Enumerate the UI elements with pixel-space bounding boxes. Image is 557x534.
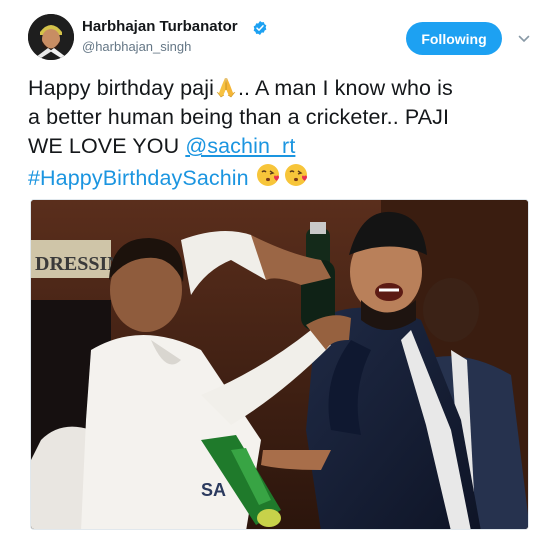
folded-hands-emoji-icon (216, 78, 236, 98)
kiss-face-emoji-icon (284, 164, 307, 186)
following-button[interactable]: Following (406, 22, 502, 55)
tweet-text-segment: WE LOVE YOU (28, 134, 186, 158)
tweet-line-4: #HappyBirthdaySachin (28, 161, 538, 193)
author-name[interactable]: Harbhajan Turbanator (82, 18, 238, 35)
tweet-text: Happy birthday paji .. A man I know who … (28, 74, 538, 193)
tweet-text-segment: Happy birthday paji (28, 76, 214, 100)
chevron-down-icon[interactable] (518, 34, 530, 44)
avatar[interactable] (28, 14, 74, 60)
verified-badge-icon (253, 21, 267, 35)
tweet-card: Harbhajan Turbanator @harbhajan_singh Fo… (0, 0, 557, 534)
kiss-face-emoji-icon (256, 164, 279, 186)
tweet-line-1: Happy birthday paji .. A man I know who … (28, 74, 538, 103)
mention-link[interactable]: @sachin_rt (185, 134, 295, 158)
photo-illustration: DRESSING SA (31, 200, 528, 529)
avatar-image (28, 14, 74, 60)
hashtag-link[interactable]: #HappyBirthdaySachin (28, 166, 249, 190)
tweet-text-segment: .. A man I know who is (237, 76, 453, 100)
tweet-line-3: WE LOVE YOU @sachin_rt (28, 132, 538, 161)
tweet-photo[interactable]: DRESSING SA (30, 199, 529, 530)
author-handle[interactable]: @harbhajan_singh (82, 39, 191, 54)
tweet-line-2: a better human being than a cricketer.. … (28, 105, 450, 129)
shirt-text: SA (201, 480, 226, 500)
